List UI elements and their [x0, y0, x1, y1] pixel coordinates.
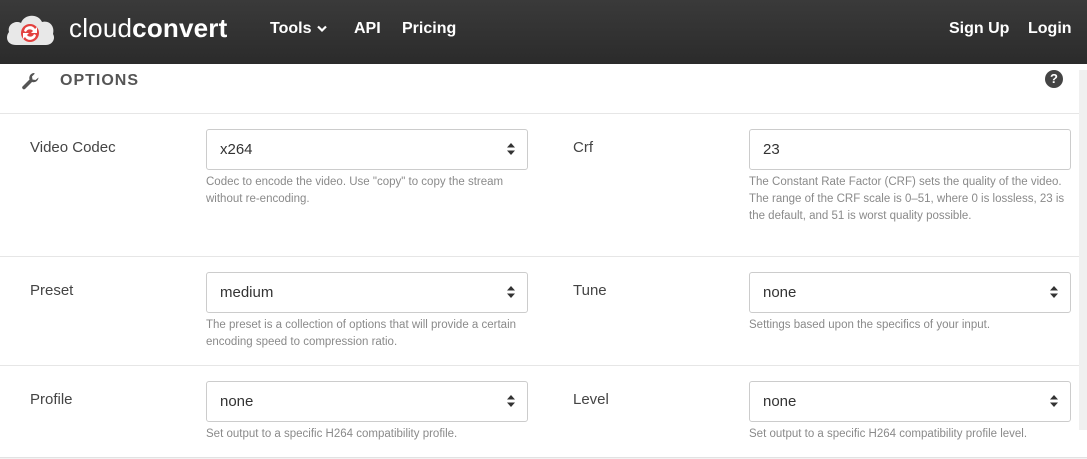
- brand-name[interactable]: cloudconvert: [69, 13, 227, 44]
- video-codec-help: Codec to encode the video. Use "copy" to…: [206, 176, 504, 205]
- scrollbar-track[interactable]: [1079, 70, 1087, 430]
- nav-tools-label: Tools: [270, 20, 312, 37]
- login-link[interactable]: Login: [1028, 20, 1072, 38]
- profile-select[interactable]: none: [206, 381, 528, 422]
- profile-value: none: [220, 393, 254, 410]
- preset-value: medium: [220, 284, 274, 301]
- level-label: Level: [573, 391, 609, 408]
- wrench-icon: [22, 73, 39, 90]
- profile-label: Profile: [30, 391, 73, 408]
- preset-label: Preset: [30, 282, 74, 299]
- nav-tools-menu[interactable]: Tools: [270, 20, 328, 38]
- preset-help: The preset is a collection of options th…: [206, 319, 517, 348]
- top-navbar: cloudconvert Tools API Pricing Sign Up L…: [0, 0, 1087, 64]
- crf-value: 23: [763, 141, 780, 158]
- select-arrows-icon: [1050, 286, 1058, 298]
- select-arrows-icon: [507, 286, 515, 298]
- select-arrows-icon: [1050, 395, 1058, 407]
- nav-pricing-link[interactable]: Pricing: [402, 20, 456, 38]
- crf-input[interactable]: 23: [749, 129, 1071, 170]
- nav-api-link[interactable]: API: [354, 20, 381, 38]
- help-icon[interactable]: ?: [1045, 70, 1063, 88]
- level-select[interactable]: none: [749, 381, 1071, 422]
- tune-value: none: [763, 284, 797, 301]
- options-row: Profile none Set output to a specific H2…: [0, 366, 1087, 458]
- level-help: Set output to a specific H264 compatibil…: [749, 428, 1028, 440]
- cloudconvert-logo-icon[interactable]: [4, 11, 56, 47]
- tune-select[interactable]: none: [749, 272, 1071, 313]
- level-value: none: [763, 393, 797, 410]
- options-row: Preset medium The preset is a collection…: [0, 257, 1087, 366]
- tune-label: Tune: [573, 282, 607, 299]
- options-title: OPTIONS: [60, 72, 140, 89]
- select-arrows-icon: [507, 395, 515, 407]
- options-panel: OPTIONS ? Video Codec x264 Codec to enco…: [0, 64, 1087, 458]
- sign-up-link[interactable]: Sign Up: [949, 20, 1009, 38]
- chevron-down-icon: [317, 25, 328, 33]
- profile-help: Set output to a specific H264 compatibil…: [206, 428, 458, 440]
- crf-help: The Constant Rate Factor (CRF) sets the …: [749, 176, 1065, 222]
- video-codec-label: Video Codec: [30, 139, 116, 156]
- crf-label: Crf: [573, 139, 593, 156]
- tune-help: Settings based upon the specifics of you…: [749, 319, 991, 331]
- video-codec-select[interactable]: x264: [206, 129, 528, 170]
- select-arrows-icon: [507, 143, 515, 155]
- options-header: OPTIONS ?: [0, 64, 1087, 114]
- options-row: Video Codec x264 Codec to encode the vid…: [0, 114, 1087, 257]
- video-codec-value: x264: [220, 141, 253, 158]
- preset-select[interactable]: medium: [206, 272, 528, 313]
